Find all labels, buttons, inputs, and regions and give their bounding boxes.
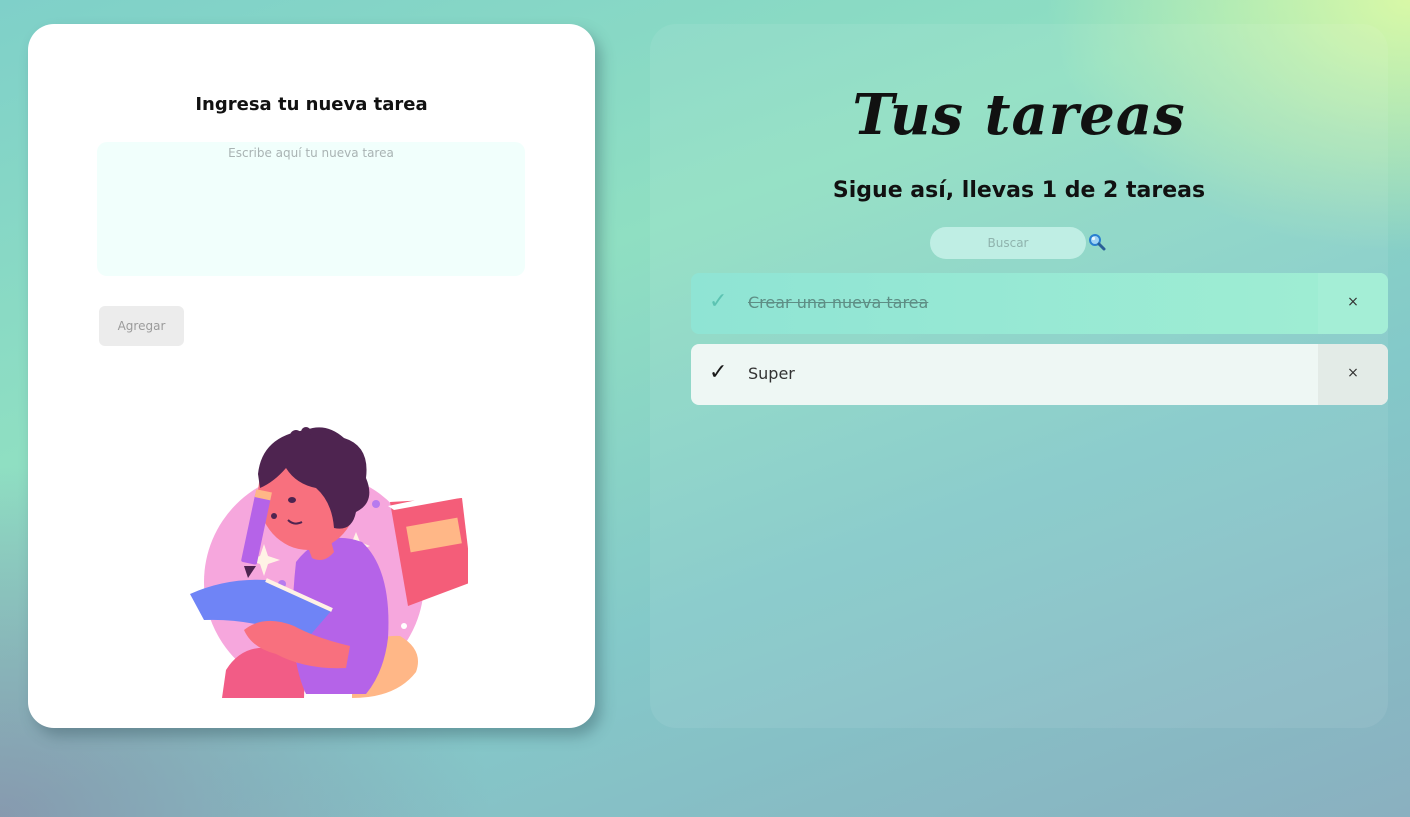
magnifier-icon[interactable] <box>1088 233 1106 251</box>
new-task-textarea[interactable] <box>97 142 525 276</box>
tasks-title: Tus tareas <box>852 82 1186 148</box>
add-task-button[interactable]: Agregar <box>99 306 184 346</box>
todo-text: Crear una nueva tarea <box>748 293 929 312</box>
delete-button[interactable]: × <box>1318 273 1388 334</box>
close-icon: × <box>1347 294 1359 310</box>
todo-item: ✓ Crear una nueva tarea × <box>691 273 1388 334</box>
tasks-panel: Tus tareas Sigue así, llevas 1 de 2 tare… <box>650 24 1388 728</box>
progress-counter: Sigue así, llevas 1 de 2 tareas <box>832 178 1206 203</box>
check-icon[interactable]: ✓ <box>709 289 727 315</box>
todo-text: Super <box>748 364 795 383</box>
check-icon[interactable]: ✓ <box>709 360 727 386</box>
close-icon: × <box>1347 365 1359 381</box>
delete-button[interactable]: × <box>1318 344 1388 405</box>
new-task-title: Ingresa tu nueva tarea <box>195 94 428 115</box>
todo-item: ✓ Super × <box>691 344 1388 405</box>
new-task-card: Ingresa tu nueva tarea Agregar <box>28 24 595 728</box>
search-input[interactable] <box>930 227 1086 259</box>
girl-reading-book-illustration <box>190 427 468 698</box>
